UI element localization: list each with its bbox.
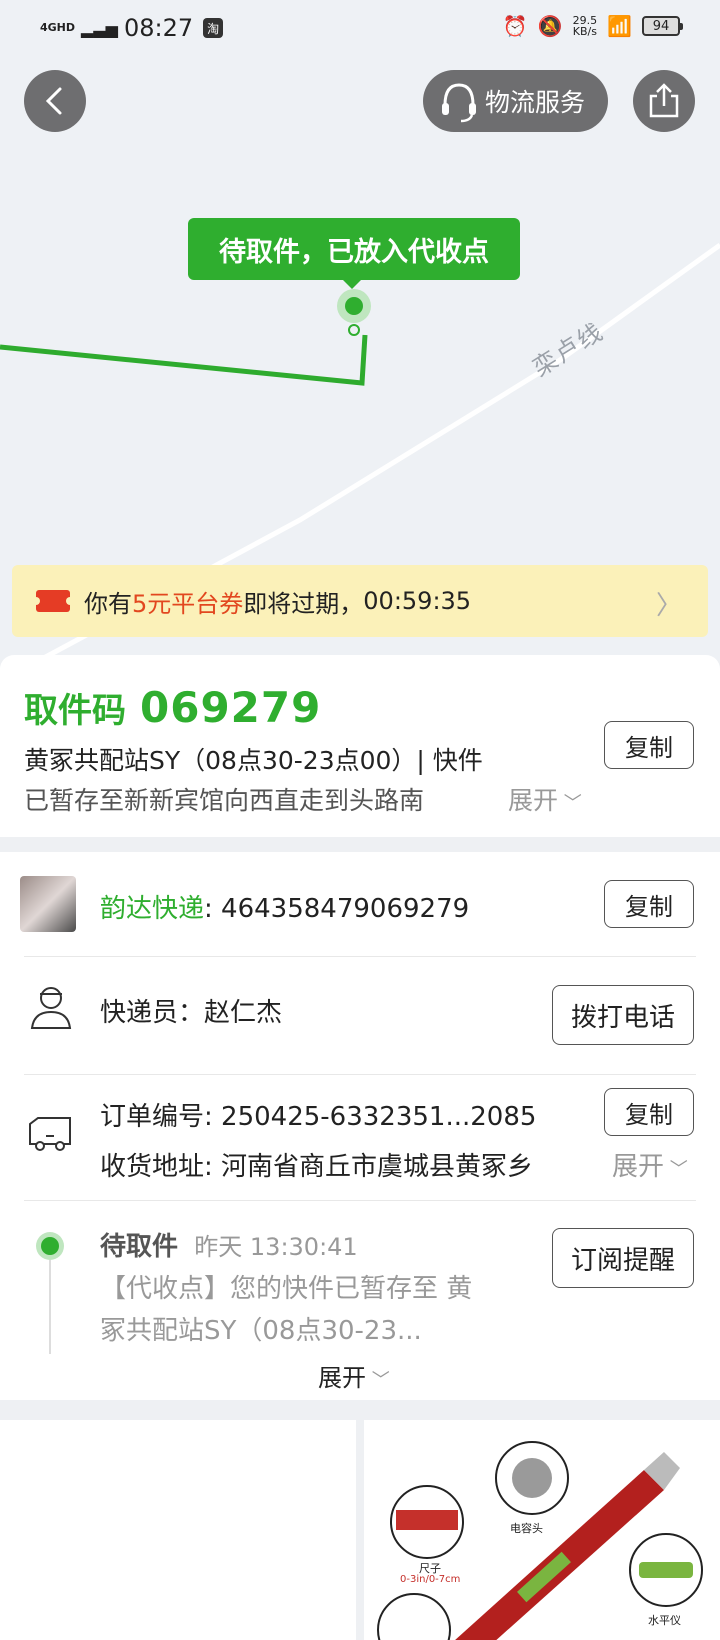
product-card-right[interactable]: 电容头 尺子 0-3in/0-7cm 水平仪 (364, 1420, 720, 1640)
event-status: 待取件 (100, 1232, 179, 1262)
subscribe-reminder-button[interactable]: 订阅提醒 (552, 1228, 694, 1288)
expand-label: 展开 (508, 786, 559, 815)
headset-icon (442, 83, 476, 123)
chevron-down-icon: ﹀ (558, 793, 582, 814)
share-icon (649, 83, 679, 118)
pickup-card: 取件码 069279 黄冢共配站SY（08点30-23点00）| 快件 已暂存至… (0, 655, 720, 837)
order-row: 订单编号: 250425-6332351...2085 (100, 1096, 536, 1133)
route-line (0, 334, 368, 386)
order-number: 250425-6332351...2085 (221, 1102, 537, 1132)
copy-tracking-button[interactable]: 复制 (604, 880, 694, 928)
coupon-prefix: 你有 (84, 589, 132, 618)
address-value: 河南省商丘市虞城县黄冢乡 (221, 1152, 534, 1182)
expand-address-link[interactable]: 展开 ﹀ (612, 1146, 688, 1183)
tracking-number: : 464358479069279 (204, 894, 470, 924)
pickup-code-value: 069279 (140, 683, 322, 732)
timeline-dot (36, 1232, 64, 1260)
logistics-service-button[interactable]: 物流服务 (423, 70, 608, 132)
call-courier-button[interactable]: 拨打电话 (552, 985, 694, 1045)
pickup-code-label: 取件码 (24, 691, 126, 731)
event-line-1: 【代收点】您的快件已暂存至 黄 (100, 1274, 473, 1304)
expand-label: 展开 (318, 1364, 366, 1392)
courier-label: 快递员： (100, 998, 205, 1028)
product-label-ruler-size: 0-3in/0-7cm (400, 1574, 461, 1585)
coupon-suffix: 即将过期， (243, 589, 364, 618)
copy-order-button[interactable]: 复制 (604, 1088, 694, 1136)
coupon-highlight: 5元平台券 (132, 589, 244, 618)
logistics-service-label: 物流服务 (485, 88, 586, 117)
clock: 08:27 (123, 14, 194, 42)
chevron-right-icon: 〉 (655, 591, 682, 621)
battery-indicator: 94 (642, 16, 683, 36)
event-header: 待取件 昨天 13:30:41 (100, 1226, 358, 1263)
event-time: 昨天 13:30:41 (194, 1233, 358, 1261)
back-button[interactable] (24, 70, 86, 132)
map-roads (0, 242, 720, 660)
shipment-card: 韵达快递: 464358479069279 复制 快递员：赵仁杰 拨打电话 订单… (0, 852, 720, 1400)
tracking-row: 韵达快递: 464358479069279 (100, 888, 469, 925)
truck-icon (29, 1117, 71, 1151)
mute-icon: 🔕 (537, 14, 563, 38)
courier-name: 赵仁杰 (204, 998, 283, 1028)
order-label: 订单编号: (100, 1102, 222, 1132)
share-button[interactable] (633, 70, 695, 132)
carrier-name: 韵达快递 (100, 894, 205, 924)
expand-label: 展开 (612, 1152, 665, 1182)
signal-bars-icon: ▂▃▅ (81, 18, 118, 38)
address-label: 收货地址: (100, 1152, 222, 1182)
divider (24, 1074, 696, 1075)
coupon-banner[interactable]: 你有 5元平台券 即将过期， 00:59:35 〉 (12, 565, 708, 637)
signal-indicator: 4GHD (40, 21, 76, 34)
ticket-icon (32, 590, 74, 612)
recommendation-grid: 电容头 尺子 0-3in/0-7cm 水平仪 (0, 1420, 720, 1640)
map-view[interactable]: 栾卢线 待取件，已放入代收点 (0, 0, 720, 660)
taobao-icon: 淘 (203, 18, 224, 38)
address-row: 收货地址: 河南省商丘市虞城县黄冢乡 (100, 1146, 596, 1183)
location-marker (345, 297, 363, 315)
wifi-icon: 📶 (607, 14, 632, 38)
divider (24, 1200, 696, 1201)
status-bubble: 待取件，已放入代收点 (188, 218, 520, 289)
product-label-cap: 电容头 (510, 1522, 543, 1535)
copy-pickup-button[interactable]: 复制 (604, 721, 694, 769)
courier-row: 快递员：赵仁杰 (100, 992, 282, 1029)
station-detail: 已暂存至新新宾馆向西直走到头路南 (24, 786, 425, 815)
divider (24, 956, 696, 957)
chevron-down-icon: ﹀ (664, 1159, 688, 1180)
product-thumbnail[interactable] (20, 876, 76, 932)
coupon-countdown: 00:59:35 (363, 587, 472, 615)
network-speed: 29.5 KB/s (572, 14, 598, 38)
station-name: 黄冢共配站SY（08点30-23点00）| 快件 (24, 746, 483, 775)
event-line-2: 冢共配站SY（08点30-23... (100, 1316, 422, 1346)
product-card-left[interactable] (0, 1420, 356, 1640)
person-icon (30, 987, 72, 1029)
product-label-level: 水平仪 (648, 1614, 681, 1627)
expand-station-link[interactable]: 展开 ﹀ (508, 781, 582, 817)
status-bar: 4GHD ▂▃▅ 08:27 淘 ⏰ 🔕 29.5 KB/s 📶 94 (0, 0, 720, 54)
pickup-code: 取件码 069279 (24, 683, 321, 732)
alarm-icon: ⏰ (502, 14, 528, 38)
expand-timeline-link[interactable]: 展开 ﹀ (318, 1358, 390, 1393)
chevron-down-icon: ﹀ (366, 1370, 390, 1391)
chevron-left-icon (45, 87, 62, 115)
timeline-line (49, 1260, 51, 1354)
